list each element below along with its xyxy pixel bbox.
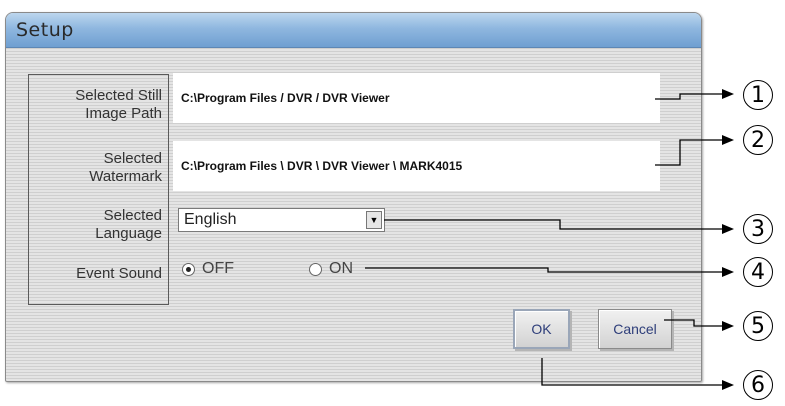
callout-number-6: 6	[743, 370, 773, 400]
callout-line-6	[541, 358, 722, 386]
arrowhead-6	[722, 380, 734, 390]
callout-line-1	[655, 93, 722, 100]
callout-number-2: 2	[743, 125, 773, 155]
callout-number-5: 5	[743, 311, 773, 341]
callout-line-3	[384, 219, 722, 230]
arrowhead-3	[722, 224, 734, 234]
callout-line-2	[655, 139, 722, 166]
callout-number-4: 4	[743, 257, 773, 287]
callout-lines	[365, 89, 734, 390]
callout-number-3: 3	[743, 214, 773, 244]
arrowhead-2	[722, 135, 734, 145]
arrowhead-1	[722, 89, 734, 99]
arrowhead-4	[722, 267, 734, 277]
callout-number-1: 1	[743, 80, 773, 110]
callout-line-4	[365, 267, 722, 273]
callout-line-5	[664, 319, 722, 327]
arrowhead-5	[722, 321, 734, 331]
